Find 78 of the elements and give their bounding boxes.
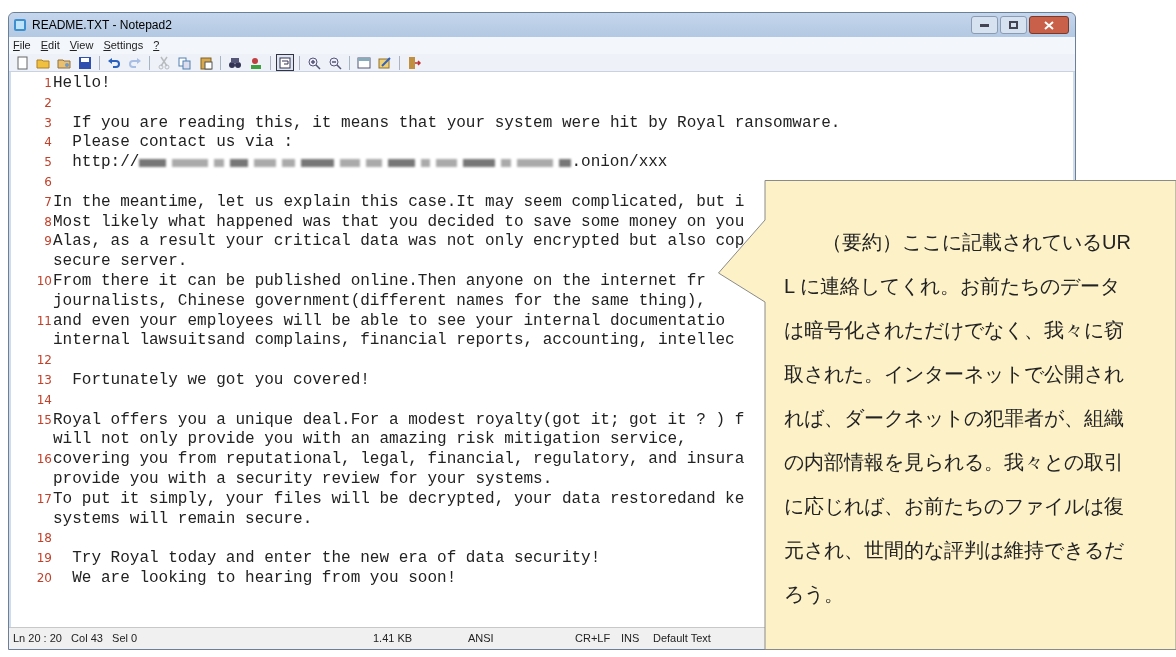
text-line: From there it can be published online.Then anyone on the internet fr xyxy=(53,271,706,292)
text-line: will not only provide you with an amazing risk mitigation service, xyxy=(53,430,687,451)
line-number: 18 xyxy=(36,531,52,546)
word-wrap-icon xyxy=(278,55,292,70)
line-number: 3 xyxy=(44,115,52,130)
scissors-icon xyxy=(157,55,171,70)
url-text: .onion/xxx xyxy=(571,153,668,173)
line-number: 19 xyxy=(36,551,52,566)
maximize-button[interactable] xyxy=(1000,16,1027,34)
text-line: journalists, Chinese government(different names for the same thing), xyxy=(53,291,706,312)
toolbar-button[interactable] xyxy=(326,54,344,71)
text-line: secure server. xyxy=(53,252,188,272)
text-line: Royal offers you a unique deal.For a modest royalty(got it; got it ? ) f xyxy=(53,410,745,431)
summary-text: （要約）ここに記載されているURL に連絡してくれ。お前たちのデータは暗号化されただけでなく、我々に窃取された。インターネットで公開されれば、ダークネットの犯罪者が、組織の内部情報を見られる。我々との取引に応じれば、お前たちのファイルは復元され、世間的な評判は維持できるだろう。 xyxy=(784,230,1132,607)
status-text: Ln 20 : 20 Col 43 Sel 0 xyxy=(12,631,139,647)
text-line: and even your employees will be able to see your internal documentatio xyxy=(53,311,726,332)
line-number: 8 xyxy=(44,214,52,229)
status-text: ANSI xyxy=(467,631,495,647)
pencil-icon xyxy=(378,55,392,70)
toolbar-button[interactable] xyxy=(276,54,294,71)
text-line: Fortunately we got you covered! xyxy=(71,370,370,391)
line-number: 2 xyxy=(44,95,52,110)
new-file-icon xyxy=(15,55,29,70)
text-line: We are looking to hearing from you soon! xyxy=(71,568,457,589)
window-title: README.TXT - Notepad2 xyxy=(32,17,172,34)
line-number: 15 xyxy=(36,412,52,427)
toolbar-button[interactable] xyxy=(305,54,323,71)
minimize-icon xyxy=(980,23,989,27)
clipboard-icon xyxy=(199,55,213,70)
line-number: 14 xyxy=(36,392,52,407)
url-text: http:// xyxy=(71,153,140,173)
toolbar-button[interactable] xyxy=(376,54,394,71)
text-line: Most likely what happened was that you decided to save some money on you xyxy=(53,212,745,233)
text-line: Try Royal today and enter the new era of data security! xyxy=(71,549,601,569)
line-number: 12 xyxy=(36,353,52,368)
text-line: covering you from reputational, legal, financial, regulatory, and insura xyxy=(53,450,745,470)
line-number: 17 xyxy=(36,491,52,506)
line-number: 6 xyxy=(44,175,52,189)
line-number: 9 xyxy=(44,234,52,249)
text-line: In the meantime, let us explain this case.It may seem complicated, but i xyxy=(53,192,745,213)
status-text: CR+LF xyxy=(574,631,612,647)
status-text: 1.41 KB xyxy=(372,631,414,647)
notepad-icon xyxy=(13,18,27,32)
line-number: 4 xyxy=(44,135,52,150)
line-number: 7 xyxy=(44,194,52,209)
menu-item[interactable]: File xyxy=(13,37,31,54)
binoculars-icon xyxy=(228,55,242,70)
toolbar-button[interactable] xyxy=(76,54,94,71)
line-number: 16 xyxy=(36,452,52,467)
redo-icon xyxy=(128,55,142,70)
status-text: INS xyxy=(620,631,641,647)
text-line: Please contact us via : xyxy=(71,133,294,154)
minimize-button[interactable] xyxy=(971,16,998,34)
line-number: 1 xyxy=(44,76,52,90)
status-text: Default Text xyxy=(652,631,712,647)
text-line: Alas, as a result your critical data was not only encrypted but also cop xyxy=(53,232,745,253)
close-button[interactable] xyxy=(1029,16,1069,34)
door-exit-icon xyxy=(407,55,421,70)
text-line: provide you with a security review for your systems. xyxy=(53,469,553,490)
copy-icon xyxy=(178,55,192,70)
line-number: 5 xyxy=(44,155,52,170)
text-line: If you are reading this, it means that your system were hit by Royal ransomware. xyxy=(71,113,841,134)
maximize-icon xyxy=(1009,21,1018,29)
line-number: 20 xyxy=(36,570,52,585)
menu-item[interactable]: ? xyxy=(153,37,160,54)
menu-item[interactable]: Settings xyxy=(103,37,144,54)
line-number: 11 xyxy=(36,313,52,328)
menu-item[interactable]: Edit xyxy=(40,37,60,54)
undo-icon xyxy=(107,55,121,70)
close-icon xyxy=(1044,20,1054,30)
text-line: systems will remain secure. xyxy=(53,509,313,530)
line-number: 10 xyxy=(36,273,52,288)
text-line: internal lawsuitsand complains, financial reports, accounting, intellec xyxy=(53,331,735,352)
line-number: 13 xyxy=(36,372,52,387)
text-line: To put it simply, your files will be decrypted, your data restoredand ke xyxy=(53,489,745,510)
window-icon xyxy=(357,55,371,70)
menu-item[interactable]: View xyxy=(69,37,94,54)
text-line: Hello! xyxy=(53,74,111,94)
